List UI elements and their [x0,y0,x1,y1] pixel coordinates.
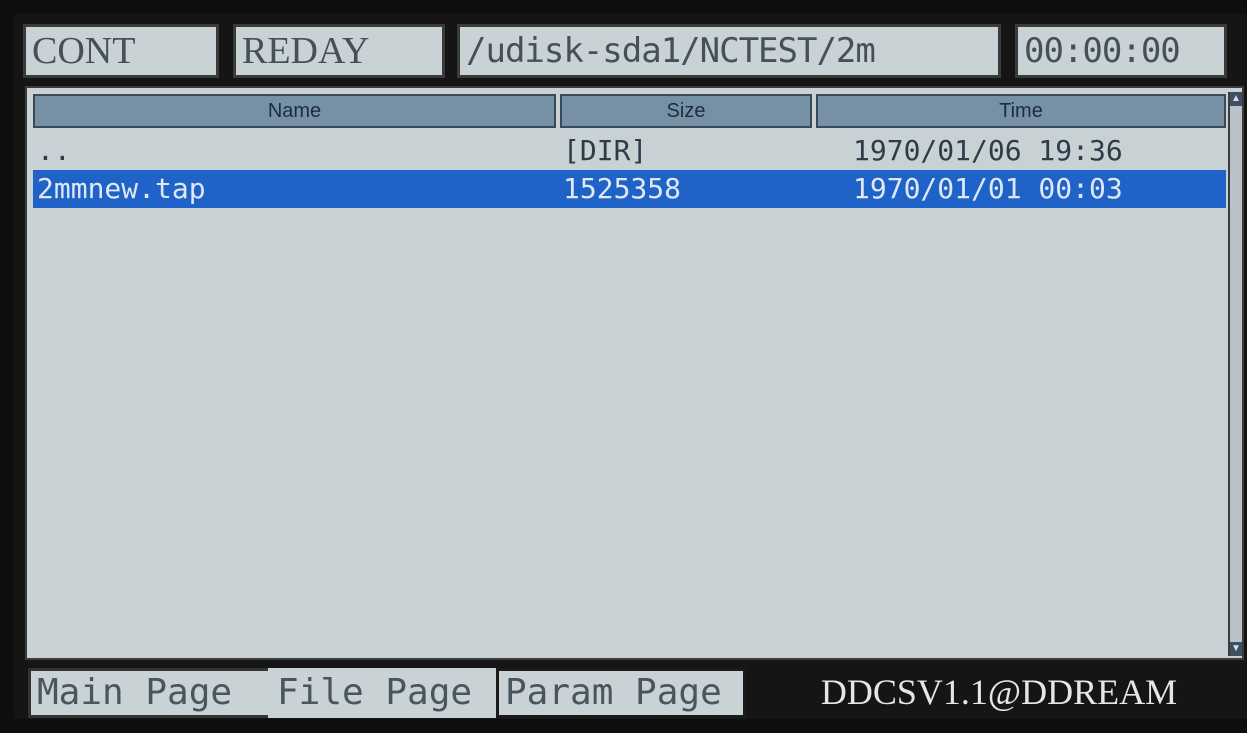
current-path-display: /udisk-sda1/NCTEST/2m [457,24,1001,78]
arrow-up-icon[interactable]: ▲ [1230,92,1242,106]
elapsed-time-display: 00:00:00 [1015,24,1227,78]
arrow-down-icon[interactable]: ▼ [1230,642,1242,656]
file-name: 2mmnew.tap [37,172,206,205]
machine-state-indicator: REDAY [233,24,445,78]
tab-param-page[interactable]: Param Page [496,668,746,718]
file-row-parent-dir[interactable]: .. [DIR] 1970/01/06 19:36 [33,132,1226,170]
file-row-selected[interactable]: 2mmnew.tap 1525358 1970/01/01 00:03 [33,170,1226,208]
file-size: [DIR] [563,134,648,167]
file-name: .. [37,134,71,167]
file-time: 1970/01/01 00:03 [853,172,1123,205]
mode-indicator: CONT [23,24,219,78]
column-header-name[interactable]: Name [33,94,556,128]
cnc-screen: CONT REDAY /udisk-sda1/NCTEST/2m 00:00:0… [14,14,1247,719]
tab-file-page[interactable]: File Page [268,668,506,718]
file-browser-panel: Name Size Time .. [DIR] 1970/01/06 19:36… [25,86,1244,660]
file-list-scrollbar[interactable]: ▲ ▼ [1228,92,1242,656]
file-time: 1970/01/06 19:36 [853,134,1123,167]
column-header-size[interactable]: Size [560,94,812,128]
brand-label: DDCSV1.1@DDREAM [820,672,1178,712]
file-size: 1525358 [563,172,682,205]
column-header-time[interactable]: Time [816,94,1226,128]
tab-main-page[interactable]: Main Page [28,668,272,718]
